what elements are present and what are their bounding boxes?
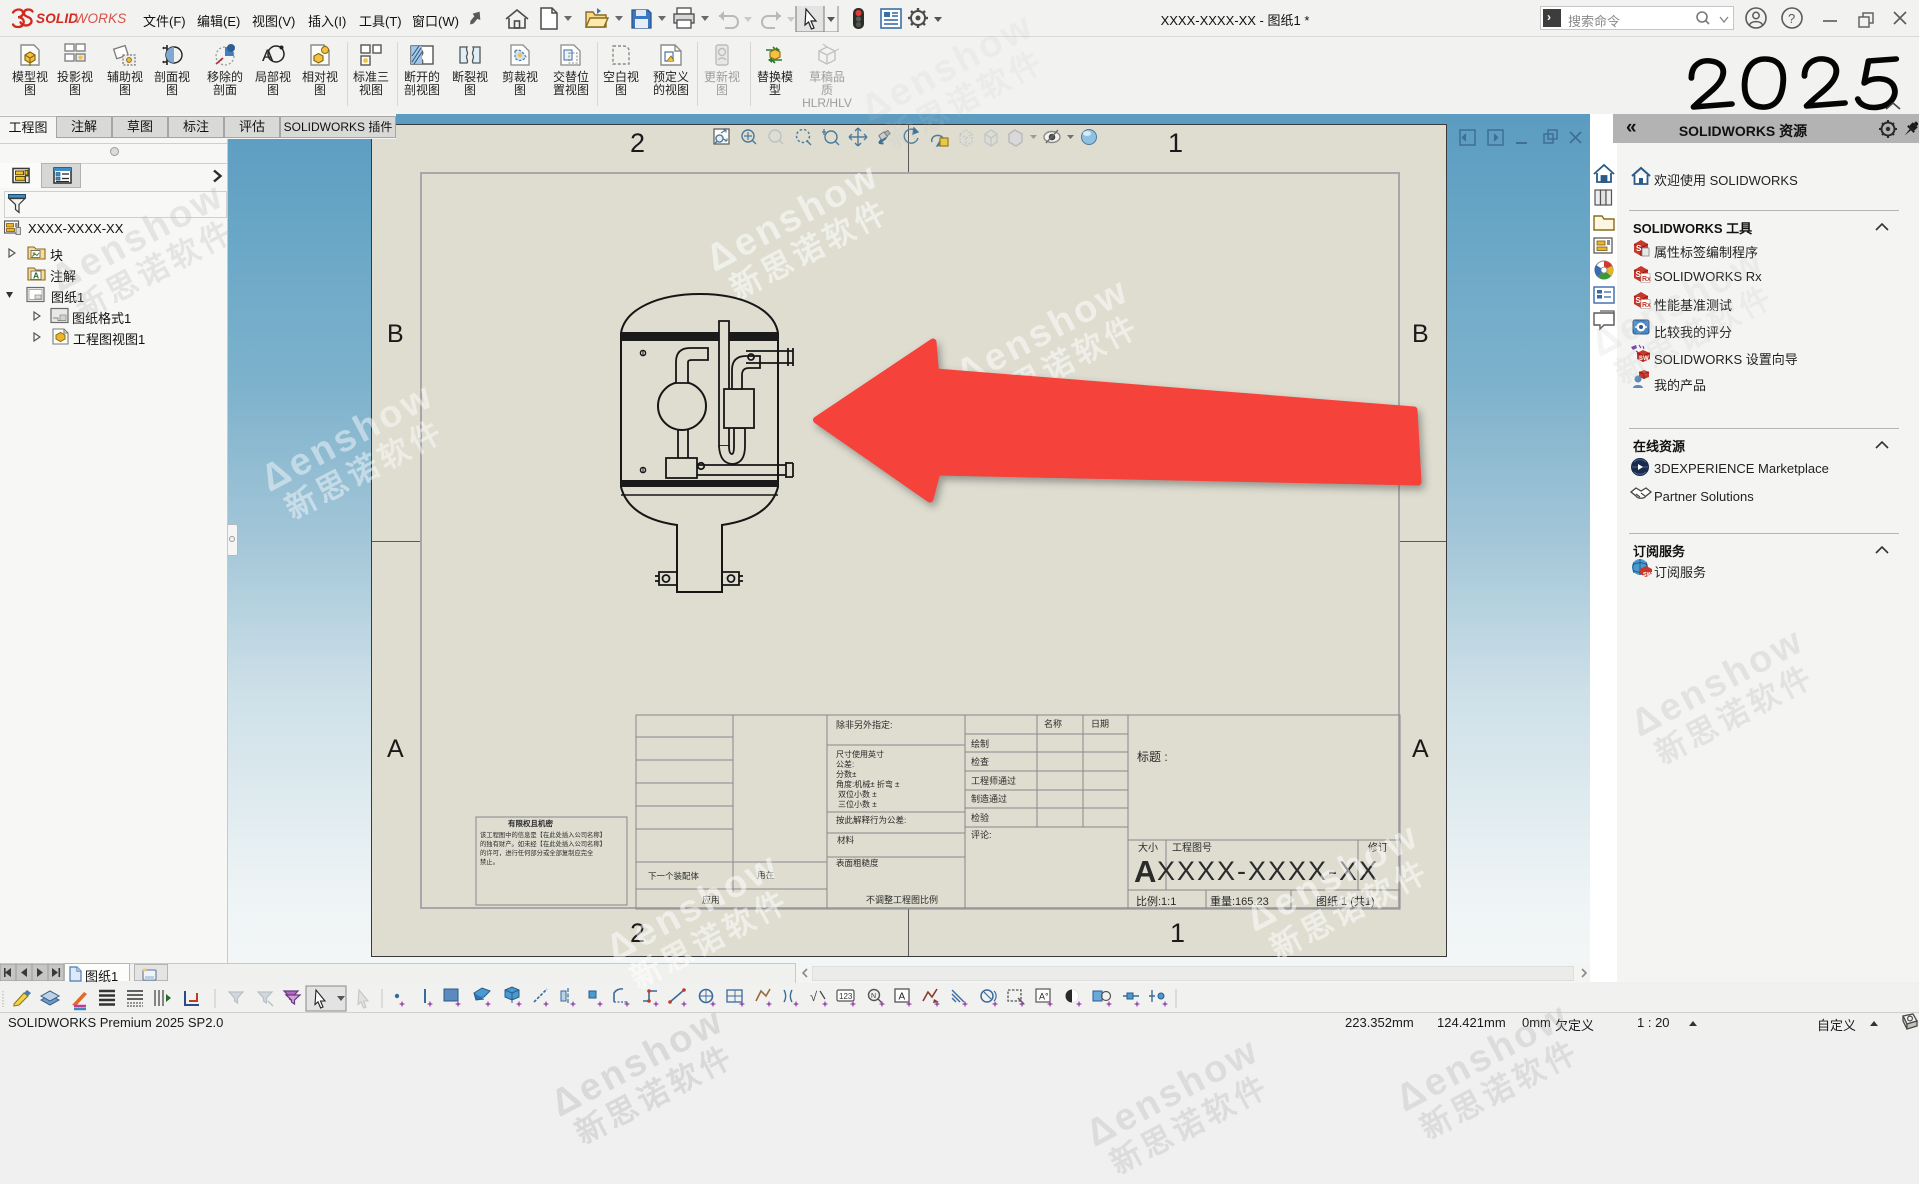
svg-text:比例:1:1: 比例:1:1 [1136,894,1176,908]
svg-text:材料: 材料 [837,835,855,845]
svg-text:工程图号: 工程图号 [1172,842,1212,854]
svg-text:评论:: 评论: [971,829,992,840]
svg-text:有限权且机密: 有限权且机密 [508,818,553,828]
svg-text:按此解释行为公差:: 按此解释行为公差: [836,815,906,825]
svg-text:日期: 日期 [1091,719,1109,729]
svg-text:S: S [1636,296,1642,305]
svg-text:角度:机械± 折弯 ±: 角度:机械± 折弯 ± [836,779,900,789]
svg-text:A: A [899,992,906,1003]
svg-text:Rx: Rx [1642,302,1651,309]
svg-text:检查: 检查 [971,756,989,767]
svg-text:不调整工程图比例: 不调整工程图比例 [866,894,938,905]
svg-text:该工程图中的信息是【在此处插入公司名称】: 该工程图中的信息是【在此处插入公司名称】 [480,830,606,839]
svg-text:标题 :: 标题 : [1137,750,1168,764]
svg-text:应用: 应用 [702,894,720,905]
svg-text:工程师通过: 工程师通过 [971,775,1016,786]
svg-text:S: S [1636,270,1642,279]
svg-text:三位小数 ±: 三位小数 ± [838,799,877,809]
svg-text:S: S [1636,244,1642,253]
svg-text:A: A [33,271,39,281]
svg-text:图纸 1 (共1): 图纸 1 (共1) [1316,895,1375,908]
svg-text:大小: 大小 [1138,841,1158,854]
svg-text:用在: 用在 [757,870,774,880]
svg-text:SW: SW [1639,356,1649,362]
svg-text:除非另外指定:: 除非另外指定: [836,719,893,730]
svg-text:SW: SW [1643,572,1652,578]
svg-text:的许可，进行任何部分或全部复制应完全: 的许可，进行任何部分或全部复制应完全 [480,848,594,857]
svg-text:绘制: 绘制 [971,738,989,749]
svg-text:√: √ [810,989,818,1004]
svg-text:公差:: 公差: [836,759,854,769]
svg-text:禁止。: 禁止。 [480,857,499,866]
svg-text:制造通过: 制造通过 [971,793,1007,804]
svg-text:123: 123 [839,992,853,1001]
svg-text:的独有财产。如未经【在此处插入公司名称】: 的独有财产。如未经【在此处插入公司名称】 [480,839,606,848]
svg-text:重量:165.23: 重量:165.23 [1210,894,1269,908]
svg-text:A: A [1134,854,1156,889]
svg-text:XXXX-XXXX-XX: XXXX-XXXX-XX [1157,856,1379,886]
svg-text:下一个装配体: 下一个装配体 [648,871,700,881]
svg-text:双位小数 ±: 双位小数 ± [838,789,877,799]
svg-text:Rx: Rx [1642,276,1651,283]
svg-text:尺寸使用英寸: 尺寸使用英寸 [836,749,884,759]
svg-text:表面粗糙度: 表面粗糙度 [836,858,879,868]
svg-text:分数±: 分数± [836,769,857,779]
svg-text:A°: A° [1039,992,1049,1002]
svg-text:修订: 修订 [1368,841,1388,854]
svg-text:检验: 检验 [971,812,989,823]
svg-text:名称: 名称 [1044,718,1062,729]
svg-text:N: N [871,993,876,1000]
